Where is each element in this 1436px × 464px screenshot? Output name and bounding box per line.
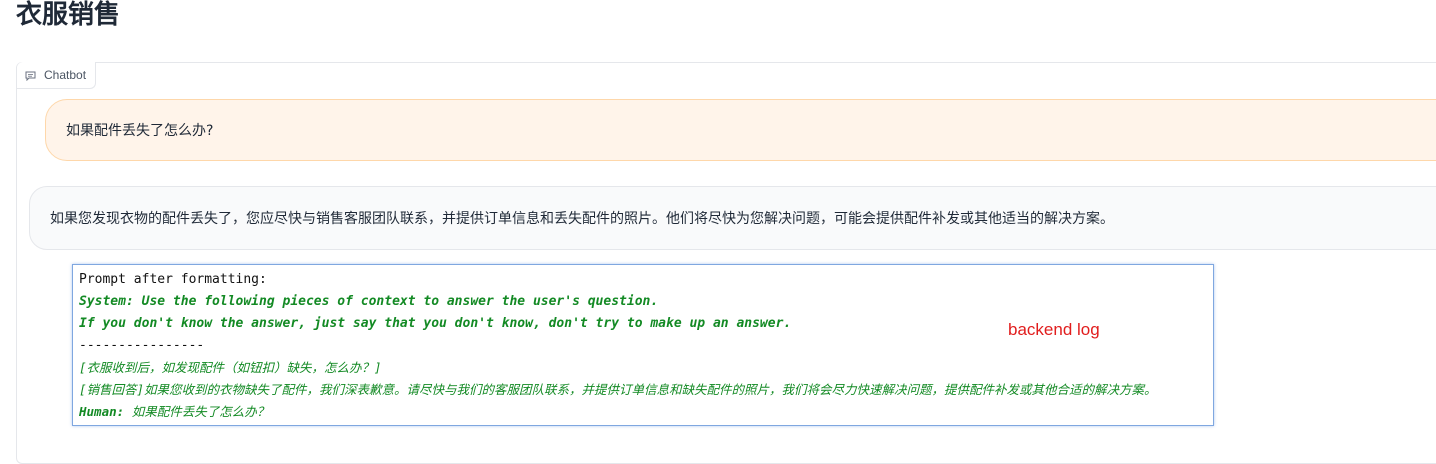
- user-message: 如果配件丢失了怎么办?: [45, 99, 1436, 161]
- chatbot-label: Chatbot: [17, 62, 97, 89]
- chat-bubble-icon: [25, 70, 36, 82]
- log-human-prefix: Human:: [79, 404, 125, 419]
- log-line: [衣服收到后，如发现配件（如钮扣）缺失，怎么办？]: [79, 360, 382, 375]
- bot-message: 如果您发现衣物的配件丢失了，您应尽快与销售客服团队联系，并提供订单信息和丢失配件…: [29, 186, 1436, 250]
- page-title: 衣服销售: [16, 0, 121, 30]
- backend-log-annotation: backend log: [1008, 320, 1100, 339]
- bot-message-text: 如果您发现衣物的配件丢失了，您应尽快与销售客服团队联系，并提供订单信息和丢失配件…: [50, 211, 1114, 227]
- log-human-text: 如果配件丢失了怎么办？: [131, 404, 270, 419]
- log-line: Prompt after formatting:: [79, 272, 267, 287]
- chatbot-label-text: Chatbot: [44, 68, 87, 82]
- log-line: [销售回答]如果您收到的衣物缺失了配件，我们深表歉意。请尽快与我们的客服团队联系…: [79, 382, 1157, 397]
- backend-log-box: Prompt after formatting: System: Use the…: [72, 264, 1214, 426]
- log-human-line: Human: 如果配件丢失了怎么办？: [79, 401, 1213, 423]
- log-line: System: Use the following pieces of cont…: [79, 294, 659, 309]
- user-message-text: 如果配件丢失了怎么办?: [66, 123, 214, 139]
